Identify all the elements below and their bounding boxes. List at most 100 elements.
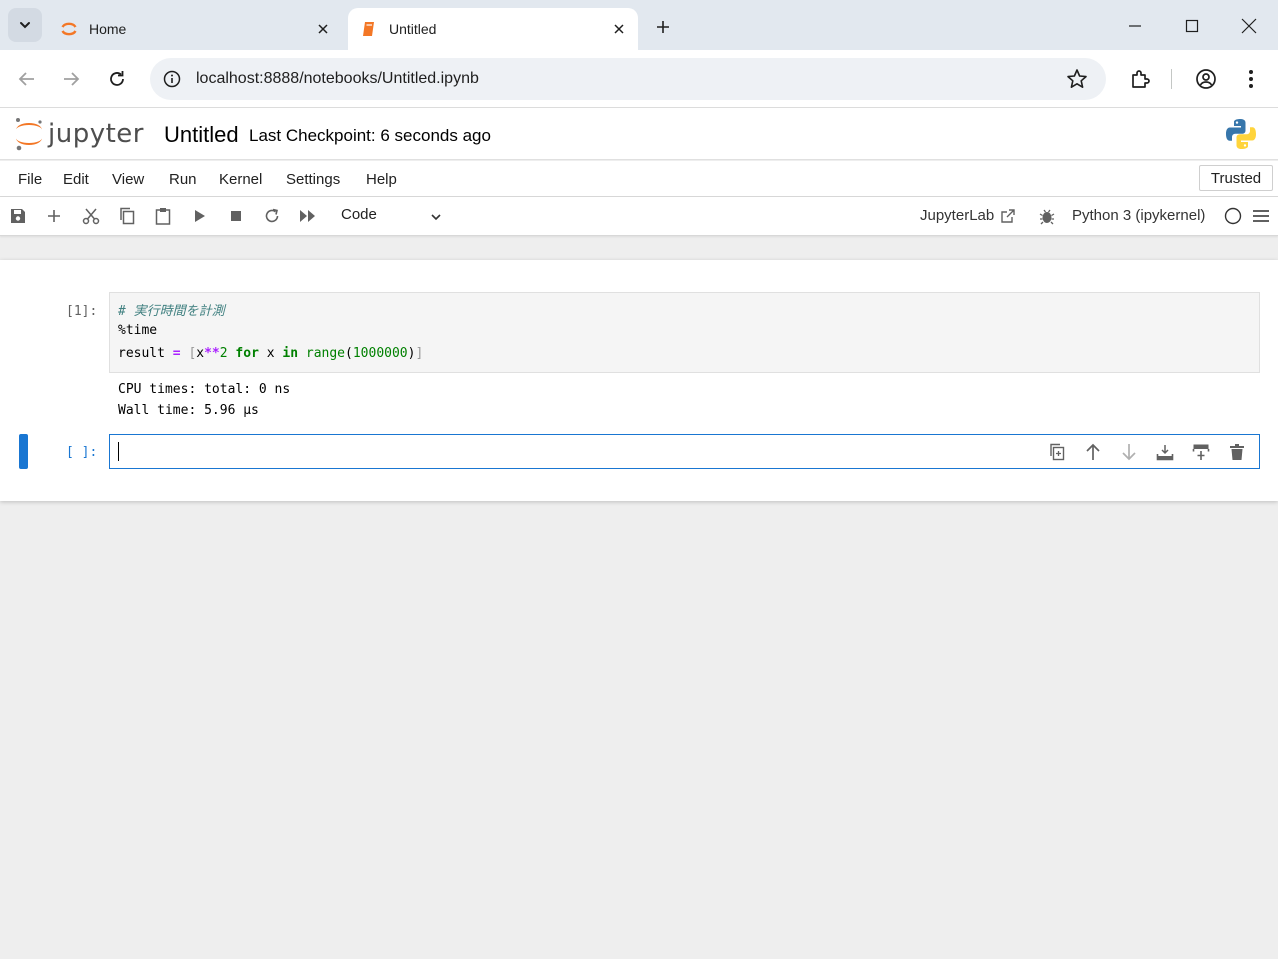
toolbar-menu-button[interactable] [1251, 206, 1271, 226]
code-token: range [305, 346, 346, 361]
jupyter-logo[interactable]: jupyter [14, 116, 144, 152]
toolbar-divider [1171, 69, 1172, 89]
close-icon [1241, 18, 1257, 34]
trusted-indicator[interactable]: Trusted [1199, 165, 1273, 191]
insert-cell-above-button[interactable] [1155, 442, 1175, 462]
browser-toolbar: localhost:8888/notebooks/Untitled.ipynb [0, 50, 1278, 108]
kernel-status-icon [1223, 206, 1243, 226]
menu-kernel[interactable]: Kernel [219, 171, 262, 188]
extensions-button[interactable] [1127, 66, 1153, 92]
duplicate-cell-button[interactable] [1047, 442, 1067, 462]
restart-button[interactable] [262, 206, 282, 226]
minimize-icon [1129, 25, 1141, 27]
tab-untitled-label: Untitled [389, 21, 437, 37]
text-cursor [118, 442, 119, 461]
save-icon [11, 209, 25, 223]
address-bar[interactable]: localhost:8888/notebooks/Untitled.ipynb [150, 58, 1106, 100]
code-token: = [172, 346, 181, 361]
menu-help[interactable]: Help [366, 171, 397, 188]
insert-cell-below-button[interactable] [1191, 442, 1211, 462]
paste-button[interactable] [153, 206, 173, 226]
restart-icon [265, 208, 279, 223]
tab-search-button[interactable] [8, 8, 42, 42]
code-token: x [258, 346, 283, 361]
url-text[interactable]: localhost:8888/notebooks/Untitled.ipynb [196, 70, 479, 88]
menu-run[interactable]: Run [169, 171, 197, 188]
code-comment: # 実行時間を計測 [118, 304, 225, 319]
notebook-toolbar: Code JupyterLab Python 3 (ipykernel) [0, 197, 1278, 236]
jupyter-logo-text: jupyter [48, 119, 144, 149]
minimize-button[interactable] [1121, 12, 1149, 40]
kebab-menu-icon [1249, 70, 1253, 88]
restart-run-all-button[interactable] [298, 206, 318, 226]
duplicate-icon [1050, 443, 1065, 461]
code-token: ( [345, 346, 353, 361]
move-cell-down-button[interactable] [1119, 442, 1139, 462]
kernel-name[interactable]: Python 3 (ipykernel) [1072, 207, 1205, 224]
account-icon [1196, 69, 1216, 89]
puzzle-icon [1132, 70, 1150, 88]
debugger-button[interactable] [1037, 206, 1057, 226]
tab-untitled[interactable]: Untitled [348, 8, 638, 50]
bookmark-star-icon[interactable] [1066, 68, 1088, 90]
move-cell-up-button[interactable] [1083, 442, 1103, 462]
copy-button[interactable] [117, 206, 137, 226]
active-cell-collapser[interactable] [19, 434, 28, 469]
copy-icon [120, 207, 135, 225]
forward-button[interactable] [58, 66, 84, 92]
cell-type-value: Code [341, 206, 377, 223]
profile-button[interactable] [1193, 66, 1219, 92]
chevron-down-icon [431, 214, 441, 221]
cell-2-prompt: [ ]: [66, 445, 98, 460]
browser-menu-button[interactable] [1238, 66, 1264, 92]
code-token: for [235, 346, 259, 361]
arrow-right-icon [64, 72, 80, 86]
paste-icon [155, 208, 171, 225]
code-token: 1000000 [352, 346, 408, 361]
cell-2-editor[interactable] [109, 434, 1260, 469]
chevron-down-icon [20, 22, 30, 29]
tab-home[interactable]: Home [50, 8, 342, 50]
delete-cell-button[interactable] [1227, 442, 1247, 462]
menu-settings[interactable]: Settings [286, 171, 340, 188]
reload-button[interactable] [104, 66, 130, 92]
interrupt-button[interactable] [226, 206, 246, 226]
run-button[interactable] [190, 206, 210, 226]
code-token: x [196, 346, 205, 361]
close-icon[interactable] [312, 18, 334, 40]
save-button[interactable] [8, 206, 28, 226]
arrow-down-icon [1122, 444, 1136, 461]
code-token: in [282, 346, 299, 361]
code-token: ] [415, 346, 424, 361]
code-token: ** [204, 346, 220, 361]
fast-forward-icon [300, 210, 315, 222]
cell-1-prompt: [1]: [66, 304, 98, 319]
notebook-title[interactable]: Untitled [164, 122, 239, 148]
site-info-icon[interactable] [160, 67, 184, 91]
cut-button[interactable] [81, 206, 101, 226]
back-button[interactable] [14, 66, 40, 92]
code-line-1: # 実行時間を計測 [118, 300, 225, 319]
menu-view[interactable]: View [112, 171, 144, 188]
menu-bar: File Edit View Run Kernel Settings Help … [0, 161, 1278, 197]
notebook-header: jupyter Untitled Last Checkpoint: 6 seco… [0, 108, 1278, 160]
code-magic: %time [118, 323, 158, 338]
code-token: 2 [219, 346, 228, 361]
menu-file[interactable]: File [18, 171, 42, 188]
last-checkpoint: Last Checkpoint: 6 seconds ago [249, 126, 491, 145]
open-jupyterlab-link[interactable]: JupyterLab [920, 207, 1016, 224]
bug-icon [1039, 209, 1055, 225]
cell-1-editor[interactable]: # 実行時間を計測 %time result = [x**2 for x in … [109, 292, 1260, 373]
maximize-button[interactable] [1178, 12, 1206, 40]
window-close-button[interactable] [1235, 12, 1263, 40]
stop-icon [231, 211, 241, 221]
code-line-2: %time [118, 323, 157, 338]
new-tab-button[interactable] [650, 14, 676, 40]
external-link-icon [1001, 208, 1015, 223]
maximize-icon [1185, 19, 1199, 33]
cell-type-select[interactable]: Code [341, 206, 451, 228]
insert-cell-button[interactable] [44, 206, 64, 226]
notebook-panel: [1]: # 実行時間を計測 %time result = [x**2 for … [0, 260, 1278, 501]
menu-edit[interactable]: Edit [63, 171, 89, 188]
close-icon[interactable] [608, 18, 630, 40]
